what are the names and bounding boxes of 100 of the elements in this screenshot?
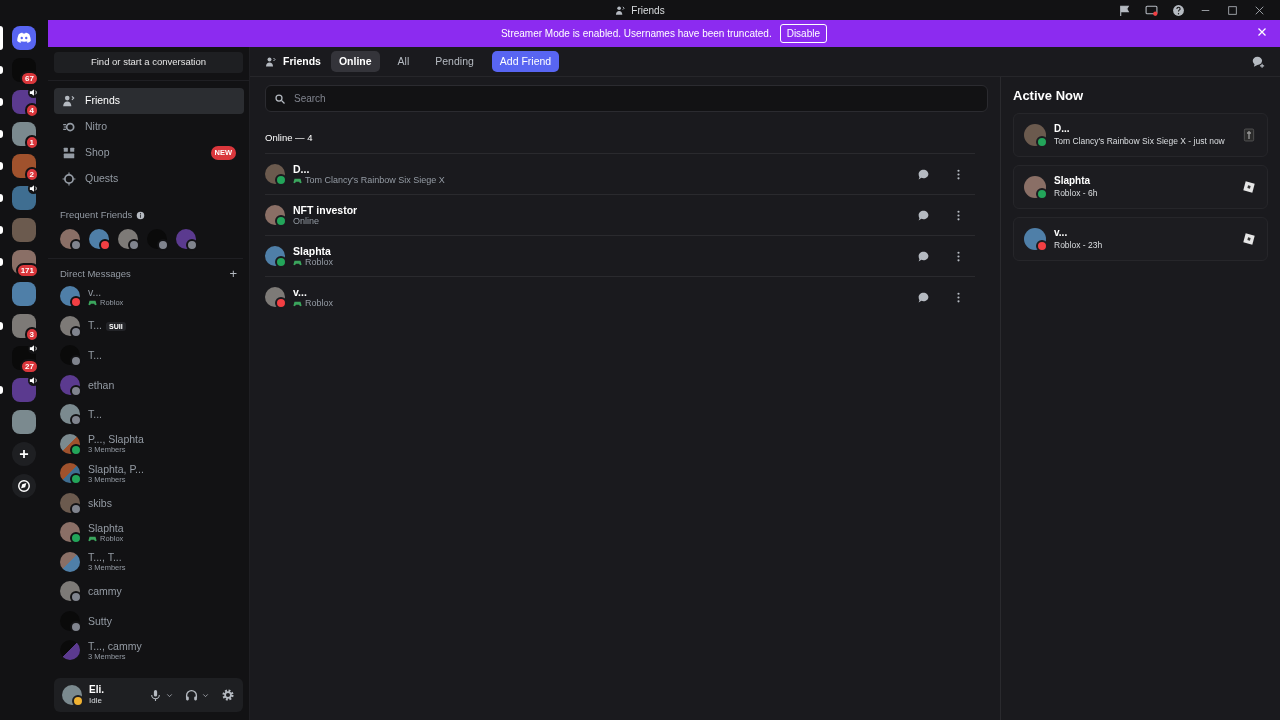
unread-count: 67 bbox=[20, 71, 39, 86]
nav-item[interactable]: Nitro bbox=[54, 114, 244, 140]
friend-name: NFT investor bbox=[293, 203, 358, 216]
friend-name: v... bbox=[1054, 226, 1069, 239]
user-status: Idle bbox=[89, 695, 103, 706]
dm-name: ethan bbox=[88, 378, 115, 391]
activity-text: Tom Clancy's Rainbow Six Siege X bbox=[305, 174, 445, 186]
group-avatar bbox=[60, 551, 80, 572]
activity-text: Roblox bbox=[305, 256, 333, 268]
game-logo-icon bbox=[1241, 126, 1257, 143]
close-button[interactable] bbox=[1256, 26, 1268, 38]
friend-row[interactable]: Slaphta Roblox bbox=[265, 235, 975, 277]
dm-item[interactable]: cammy bbox=[48, 576, 249, 606]
chat-icon bbox=[917, 208, 930, 222]
friend-row[interactable]: D... Tom Clancy's Rainbow Six Siege X bbox=[265, 153, 975, 195]
section-title: Frequent Friends bbox=[60, 208, 133, 222]
server-icon[interactable]: 4 bbox=[12, 90, 36, 114]
dm-name: Sutty bbox=[88, 614, 112, 627]
microphone-icon[interactable] bbox=[149, 688, 162, 702]
unread-count: 171 bbox=[15, 263, 39, 278]
dm-name: Slaphta bbox=[88, 521, 124, 534]
server-icon[interactable]: 1 bbox=[12, 122, 36, 146]
section-title: Online — 4 bbox=[265, 131, 314, 145]
group-avatar bbox=[60, 640, 80, 661]
settings-icon[interactable] bbox=[221, 688, 235, 702]
chat-icon bbox=[917, 249, 930, 263]
nav-item[interactable]: Quests bbox=[54, 166, 244, 192]
discover-button[interactable] bbox=[12, 474, 36, 498]
unread-count: 3 bbox=[24, 327, 39, 342]
server-icon[interactable]: 2 bbox=[12, 154, 36, 178]
friend-name: v... bbox=[293, 285, 308, 298]
friend-name: D... bbox=[1054, 122, 1071, 135]
activity-card[interactable]: Slaphta Roblox - 6h bbox=[1013, 164, 1268, 209]
unread-count: 1 bbox=[24, 135, 39, 150]
search-icon bbox=[274, 93, 286, 105]
help-icon[interactable] bbox=[1172, 3, 1185, 17]
nav-item[interactable]: Friends bbox=[54, 88, 244, 114]
dm-item[interactable]: T... bbox=[48, 399, 249, 429]
activity-text: Tom Clancy's Rainbow Six Siege X - just now bbox=[1054, 134, 1225, 147]
filter-tab[interactable]: Online bbox=[330, 50, 380, 73]
add-dm-button[interactable]: + bbox=[229, 269, 237, 280]
dm-item[interactable]: Sutty bbox=[48, 606, 249, 636]
maximize-icon[interactable] bbox=[1226, 3, 1239, 17]
compass-icon bbox=[17, 479, 31, 493]
dm-name: cammy bbox=[88, 585, 122, 598]
friends-icon bbox=[615, 4, 627, 16]
dm-item[interactable]: skibs bbox=[48, 488, 249, 518]
friend-row[interactable]: v... Roblox bbox=[265, 276, 975, 318]
dm-item[interactable]: T... bbox=[48, 340, 249, 370]
chat-icon bbox=[917, 167, 930, 181]
search-field[interactable]: Search bbox=[265, 85, 988, 112]
conversation-search-button[interactable]: Find or start a conversation bbox=[54, 52, 243, 73]
add-server-button[interactable] bbox=[12, 442, 36, 466]
shop-icon bbox=[62, 146, 76, 160]
unread-count: 2 bbox=[24, 167, 39, 182]
dm-name: T..., T... bbox=[88, 551, 122, 564]
add-friend-button[interactable]: Add Friend bbox=[491, 50, 560, 73]
dm-name: Slaphta, P... bbox=[88, 462, 144, 475]
activity-text: Roblox - 6h bbox=[1054, 186, 1098, 199]
server-icon[interactable] bbox=[12, 186, 36, 210]
friends-icon bbox=[265, 55, 277, 68]
friend-name: Slaphta bbox=[1054, 174, 1092, 187]
activity-card[interactable]: D... Tom Clancy's Rainbow Six Siege X - just now bbox=[1013, 112, 1268, 157]
friend-name: D... bbox=[293, 162, 311, 175]
username: Eli. bbox=[89, 684, 104, 695]
nitro-icon bbox=[62, 120, 76, 134]
activity-card[interactable]: v... Roblox - 23h bbox=[1013, 216, 1268, 261]
activity-text: Roblox - 23h bbox=[1054, 238, 1103, 251]
banner-text: Streamer Mode is enabled. Usernames have been truncated. bbox=[500, 27, 772, 41]
server-icon[interactable] bbox=[12, 378, 36, 402]
plus-icon bbox=[17, 447, 31, 461]
friend-name: Slaphta bbox=[293, 244, 332, 257]
filter-tab[interactable]: Pending bbox=[427, 50, 482, 73]
disable-button[interactable]: Disable bbox=[779, 24, 828, 43]
dm-name: T..., cammy bbox=[88, 639, 142, 652]
screen-icon[interactable] bbox=[1145, 3, 1158, 17]
filter-tab[interactable]: All bbox=[389, 50, 418, 73]
quests-icon bbox=[62, 172, 76, 186]
dm-name: T... bbox=[88, 408, 102, 421]
home-button[interactable] bbox=[12, 26, 36, 50]
dm-item[interactable]: ethan bbox=[48, 370, 249, 400]
inbox-flag-icon[interactable] bbox=[1118, 3, 1131, 17]
activity-text: Roblox bbox=[305, 297, 333, 309]
headset-icon[interactable] bbox=[185, 688, 198, 702]
server-icon[interactable]: 3 bbox=[12, 314, 36, 338]
dm-name: P..., Slaphta bbox=[88, 433, 144, 446]
dm-name: T... bbox=[88, 318, 102, 331]
chat-icon bbox=[917, 290, 930, 304]
status-text: Online bbox=[293, 215, 319, 227]
page-title: Friends bbox=[283, 53, 321, 69]
window-title: Friends bbox=[631, 3, 665, 18]
friends-icon bbox=[62, 94, 76, 108]
new-group-dm-icon[interactable] bbox=[1251, 54, 1265, 69]
dm-name: skibs bbox=[88, 496, 112, 509]
section-title: Direct Messages bbox=[60, 267, 131, 282]
dm-name: T... bbox=[88, 349, 102, 362]
unread-count: 27 bbox=[20, 359, 39, 374]
section-title: Active Now bbox=[1013, 87, 1085, 105]
friend-row[interactable]: NFT investor Online bbox=[265, 194, 975, 236]
dm-name: v... bbox=[88, 285, 102, 298]
